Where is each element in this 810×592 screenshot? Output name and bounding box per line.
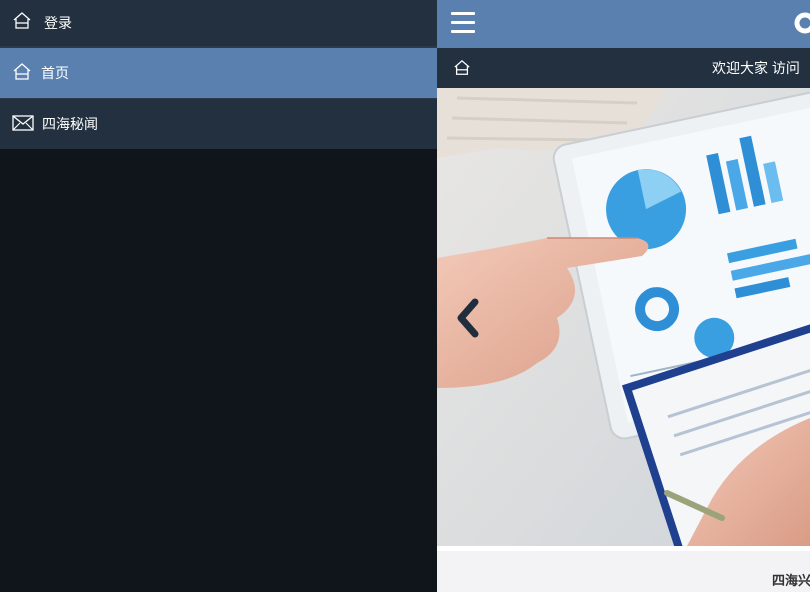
home-icon: [12, 62, 32, 82]
drawer-item-label: 四海秘闻: [42, 116, 98, 132]
welcome-text: 欢迎大家 访问: [712, 60, 800, 76]
nav-drawer: 登录 首页 四海秘闻: [0, 0, 437, 592]
divider: [437, 546, 810, 551]
banner-image: [437, 88, 810, 546]
top-header: [437, 0, 810, 48]
home-icon: [12, 11, 32, 31]
footer-title: 四海兴: [772, 573, 810, 588]
drawer-item-label: 首页: [41, 65, 69, 81]
carousel-banner: [437, 88, 810, 546]
welcome-bar: 欢迎大家 访问: [437, 48, 810, 88]
chevron-left-icon[interactable]: [453, 298, 483, 338]
envelope-icon: [12, 114, 34, 134]
drawer-item-label: 登录: [44, 15, 72, 31]
hamburger-menu-icon[interactable]: [451, 12, 475, 34]
drawer-item-news[interactable]: 四海秘闻: [0, 99, 437, 149]
search-icon[interactable]: [793, 12, 810, 38]
home-icon[interactable]: [453, 59, 471, 77]
main-panel: 欢迎大家 访问 四海兴: [437, 0, 810, 592]
drawer-item-login[interactable]: 登录: [0, 0, 437, 46]
drawer-item-home[interactable]: 首页: [0, 48, 437, 98]
